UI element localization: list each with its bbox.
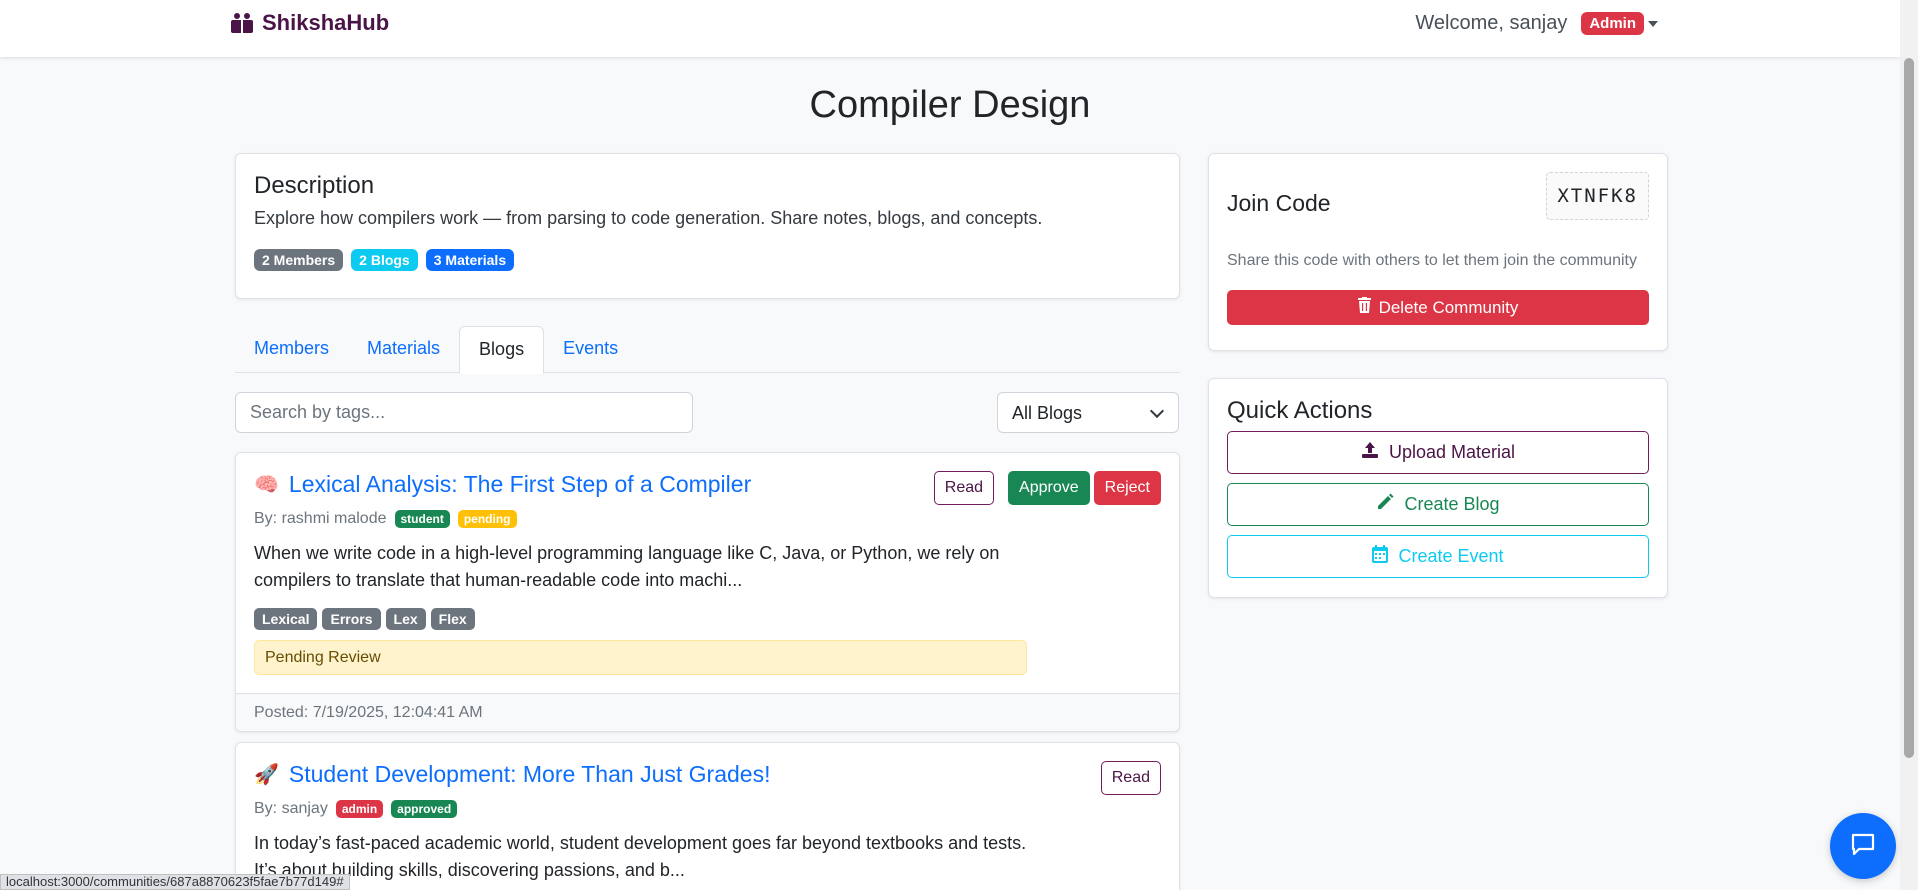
reject-button[interactable]: Reject [1093, 471, 1161, 505]
stats-badges: 2 Members 2 Blogs 3 Materials [254, 249, 1161, 271]
tab-members[interactable]: Members [235, 326, 348, 373]
chat-icon [1849, 830, 1877, 863]
materials-count-badge: 3 Materials [425, 249, 515, 271]
delete-community-label: Delete Community [1378, 297, 1519, 317]
blog-excerpt: In today’s fast-paced academic world, st… [254, 830, 1034, 884]
upload-material-button[interactable]: Upload Material [1227, 431, 1649, 474]
blog-author: By: sanjay [254, 800, 328, 817]
tab-blogs[interactable]: Blogs [459, 326, 545, 374]
tag-search-input[interactable] [235, 392, 693, 433]
brand-logo[interactable]: ShikshaHub [230, 10, 389, 36]
create-blog-button[interactable]: Create Blog [1227, 483, 1649, 526]
blog-card: 🧠 Lexical Analysis: The First Step of a … [235, 452, 1180, 732]
author-role-badge: student [394, 510, 450, 528]
blog-byline: By: rashmi malode student pending [254, 510, 1034, 528]
blog-actions: Read Approve Reject [933, 471, 1161, 505]
read-button[interactable]: Read [1100, 761, 1161, 795]
status-badge: approved [391, 800, 458, 818]
top-navbar: ShikshaHub Welcome, sanjay Admin [0, 0, 1900, 57]
blog-tags: Lexical Errors Lex Flex [254, 608, 1034, 630]
read-button[interactable]: Read [933, 471, 995, 505]
create-event-label: Create Event [1398, 546, 1504, 566]
calendar-icon [1372, 545, 1389, 568]
excerpt-line: It’s about building skills, discovering … [254, 860, 685, 880]
community-tabs: Members Materials Blogs Events [235, 326, 1180, 374]
excerpt-line: compilers to translate that human-readab… [254, 570, 743, 590]
blog-title-row: 🧠 Lexical Analysis: The First Step of a … [254, 471, 1034, 498]
description-heading: Description [254, 172, 375, 199]
chevron-down-icon [1149, 403, 1165, 419]
brand-name: ShikshaHub [262, 10, 390, 35]
pencil-icon [1376, 493, 1394, 516]
join-code-value[interactable]: XTNFK8 [1546, 172, 1649, 220]
pending-review-alert: Pending Review [254, 640, 1027, 675]
author-role-badge: admin [335, 800, 384, 818]
blog-excerpt: When we write code in a high-level progr… [254, 540, 1034, 594]
status-bar-url: localhost:3000/communities/687a8870623f5… [0, 874, 350, 890]
scrollbar-thumb[interactable] [1904, 58, 1914, 758]
user-menu[interactable]: Welcome, sanjay Admin [1415, 12, 1658, 35]
upload-icon [1361, 441, 1379, 464]
blog-title-row: 🚀 Student Development: More Than Just Gr… [254, 761, 1034, 788]
users-icon [230, 12, 254, 34]
blog-posted-date: Posted: 7/19/2025, 12:04:41 AM [236, 693, 1179, 731]
create-event-button[interactable]: Create Event [1227, 535, 1649, 578]
quick-actions-card: Quick Actions Upload Material Create Blo… [1208, 378, 1668, 598]
chat-button[interactable] [1830, 813, 1896, 879]
description-text: Explore how compilers work — from parsin… [254, 208, 1043, 228]
join-code-heading: Join Code [1227, 190, 1331, 216]
tab-materials[interactable]: Materials [348, 326, 459, 373]
excerpt-line: In today’s fast-paced academic world, st… [254, 833, 1027, 853]
trash-icon [1357, 297, 1371, 318]
tag-badge[interactable]: Lex [385, 608, 426, 630]
tab-events[interactable]: Events [544, 326, 637, 373]
join-code-help: Share this code with others to let them … [1227, 252, 1637, 269]
tag-badge[interactable]: Lexical [254, 608, 318, 630]
blog-title-link[interactable]: Student Development: More Than Just Grad… [289, 761, 771, 788]
tag-badge[interactable]: Flex [430, 608, 475, 630]
blog-body: 🧠 Lexical Analysis: The First Step of a … [254, 471, 1034, 675]
welcome-text: Welcome, sanjay [1415, 12, 1568, 34]
page-scrollbar[interactable] [1900, 0, 1918, 890]
rocket-icon: 🚀 [254, 764, 279, 786]
blog-body: 🚀 Student Development: More Than Just Gr… [254, 761, 1034, 884]
blog-actions: Read [1100, 761, 1161, 795]
excerpt-line: When we write code in a high-level progr… [254, 543, 1000, 563]
join-code-card: Join Code XTNFK8 Share this code with ot… [1208, 153, 1668, 351]
members-count-badge: 2 Members [254, 249, 344, 271]
blog-card: 🚀 Student Development: More Than Just Gr… [235, 742, 1180, 890]
description-card: Description Explore how compilers work —… [235, 153, 1180, 299]
status-badge: pending [457, 510, 517, 528]
page-title: Compiler Design [809, 84, 1091, 126]
create-blog-label: Create Blog [1404, 494, 1500, 514]
brain-icon: 🧠 [254, 474, 279, 496]
blog-byline: By: sanjay admin approved [254, 800, 1034, 818]
blog-title-link[interactable]: Lexical Analysis: The First Step of a Co… [289, 471, 751, 498]
blog-filter-select[interactable]: All Blogs [997, 392, 1179, 433]
role-badge[interactable]: Admin [1581, 12, 1644, 35]
blog-author: By: rashmi malode [254, 510, 387, 527]
delete-community-button[interactable]: Delete Community [1227, 290, 1649, 325]
tag-badge[interactable]: Errors [322, 608, 381, 630]
quick-actions-heading: Quick Actions [1227, 397, 1373, 424]
blogs-count-badge: 2 Blogs [351, 249, 418, 271]
blog-filter-value: All Blogs [1012, 403, 1083, 423]
approve-button[interactable]: Approve [1008, 471, 1090, 505]
chevron-down-icon[interactable] [1648, 20, 1658, 27]
upload-material-label: Upload Material [1388, 442, 1516, 462]
